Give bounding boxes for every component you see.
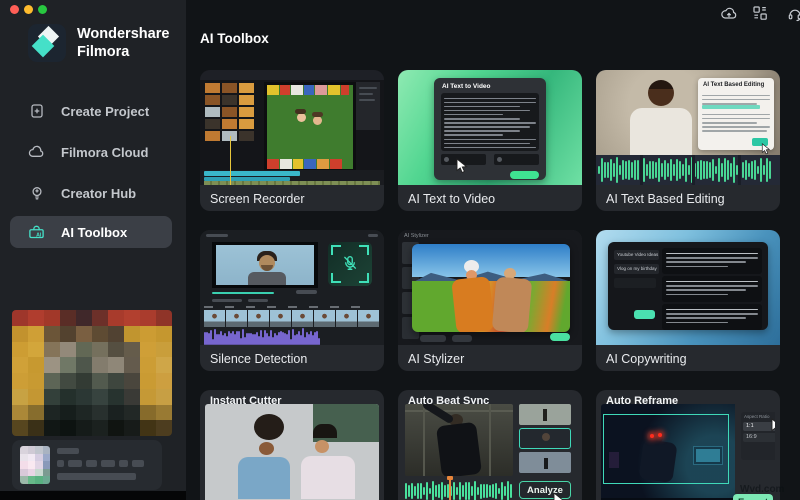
silence-icon-tile — [328, 242, 372, 286]
highlighted-text — [702, 105, 760, 109]
clip-thumb-2-selected — [519, 428, 571, 449]
card-title: AI Text to Video — [408, 192, 496, 206]
avatar — [20, 446, 50, 484]
sidebar-item-ai-toolbox[interactable]: AI AI Toolbox — [10, 216, 172, 248]
instant-cutter-preview: Export — [205, 404, 379, 500]
card-title: AI Stylizer — [408, 352, 465, 366]
ai-copywriting-preview: Youtube Video Ideas Vlog on my birthday — [596, 230, 780, 345]
window-close-button[interactable] — [10, 5, 19, 14]
speaker-body — [630, 108, 692, 155]
aspect-ratio-panel: Aspect Ratio 1:1 16:9 — [741, 412, 775, 460]
text-to-video-dialog: AI Text to Video — [434, 78, 546, 180]
window-minimize-button[interactable] — [24, 5, 33, 14]
copywriting-dialog: Youtube Video Ideas Vlog on my birthday — [608, 242, 768, 330]
sidebar: Wondershare Filmora Create Project Filmo… — [0, 0, 186, 500]
video-preview — [212, 242, 318, 288]
script-text-area — [441, 93, 539, 151]
media-bin — [204, 82, 260, 170]
card-title: Screen Recorder — [210, 192, 305, 206]
card-silence-detection[interactable]: Silence Detection — [200, 230, 384, 371]
brand-name: Wondershare Filmora — [77, 26, 170, 60]
timeline — [200, 170, 384, 185]
stylized-frame — [412, 244, 570, 332]
video-preview — [264, 82, 356, 172]
card-ai-text-based-editing[interactable]: AI Text Based Editing AI Text Based Edit… — [596, 70, 780, 211]
mic-muted-icon — [341, 254, 359, 272]
headset-icon[interactable] — [787, 6, 800, 22]
card-title: Silence Detection — [210, 352, 308, 366]
ai-toolbox-icon: AI — [28, 224, 45, 241]
cursor-icon — [553, 492, 565, 500]
window-zoom-button[interactable] — [38, 5, 47, 14]
card-auto-beat-sync[interactable]: Auto Beat Sync Analyze — [398, 390, 582, 500]
ai-text-to-video-preview: AI Text to Video — [398, 70, 582, 185]
card-ai-text-to-video[interactable]: AI Text to Video AI Text to Video — [398, 70, 582, 211]
sidebar-item-filmora-cloud[interactable]: Filmora Cloud — [10, 135, 172, 169]
main-clip — [601, 404, 735, 500]
beat-playhead — [449, 478, 451, 500]
card-ai-copywriting[interactable]: Youtube Video Ideas Vlog on my birthday … — [596, 230, 780, 371]
clip-filmstrip — [204, 310, 380, 327]
cursor-icon — [456, 158, 468, 174]
sidebar-item-creator-hub[interactable]: Creator Hub — [10, 176, 172, 210]
recent-project-thumbnail[interactable] — [12, 310, 172, 436]
clip-thumb-1 — [519, 404, 571, 425]
generate-button-mock — [510, 171, 539, 179]
speaker-head — [648, 80, 674, 106]
card-title: AI Text Based Editing — [606, 192, 725, 206]
creator-hub-icon — [28, 185, 45, 202]
silence-detection-preview — [200, 230, 384, 345]
idea-field-1: Youtube Video Ideas — [614, 250, 659, 260]
layout-grid-icon[interactable] — [753, 6, 767, 20]
filmora-logo-icon — [28, 24, 66, 62]
svg-text:AI: AI — [36, 233, 42, 239]
clip-thumb-3 — [519, 452, 571, 473]
audio-waveform — [596, 155, 780, 185]
card-title: AI Copywriting — [606, 352, 687, 366]
idea-field-2: Vlog on my birthday — [614, 264, 659, 274]
generate-button-mock — [634, 310, 655, 319]
screen-recorder-preview — [200, 70, 384, 185]
card-ai-stylizer[interactable]: AI Stylizer AI Stylizer — [398, 230, 582, 371]
brand: Wondershare Filmora — [28, 24, 169, 62]
ai-stylizer-preview: AI Stylizer — [398, 230, 582, 345]
cloud-icon — [28, 144, 45, 161]
account-panel[interactable] — [12, 440, 162, 490]
filmora-window: Wondershare Filmora Create Project Filmo… — [0, 0, 800, 500]
idea-field-3 — [614, 278, 656, 288]
aspect-option-2: 16:9 — [743, 433, 775, 442]
auto-beat-sync-preview: Analyze — [403, 404, 577, 500]
account-status-redacted — [57, 473, 136, 480]
create-project-icon — [28, 103, 45, 120]
page-title: AI Toolbox — [200, 31, 269, 46]
account-name-redacted — [57, 448, 79, 454]
card-instant-cutter[interactable]: Instant Cutter Export — [200, 390, 384, 500]
cursor-icon — [761, 143, 771, 155]
watermark: Wvd.com — [740, 484, 785, 495]
cloud-upload-icon[interactable] — [720, 6, 738, 21]
sidebar-item-create-project[interactable]: Create Project — [10, 94, 172, 128]
text-based-editing-preview: AI Text Based Editing — [596, 70, 780, 185]
main-clip — [405, 404, 513, 476]
playhead — [230, 136, 231, 185]
beat-waveform — [405, 480, 513, 500]
playback-progress — [212, 292, 274, 294]
card-screen-recorder[interactable]: Screen Recorder — [200, 70, 384, 211]
silence-waveform — [204, 327, 380, 345]
cursor-icon — [771, 418, 775, 434]
transcript-panel: AI Text Based Editing — [698, 78, 774, 155]
